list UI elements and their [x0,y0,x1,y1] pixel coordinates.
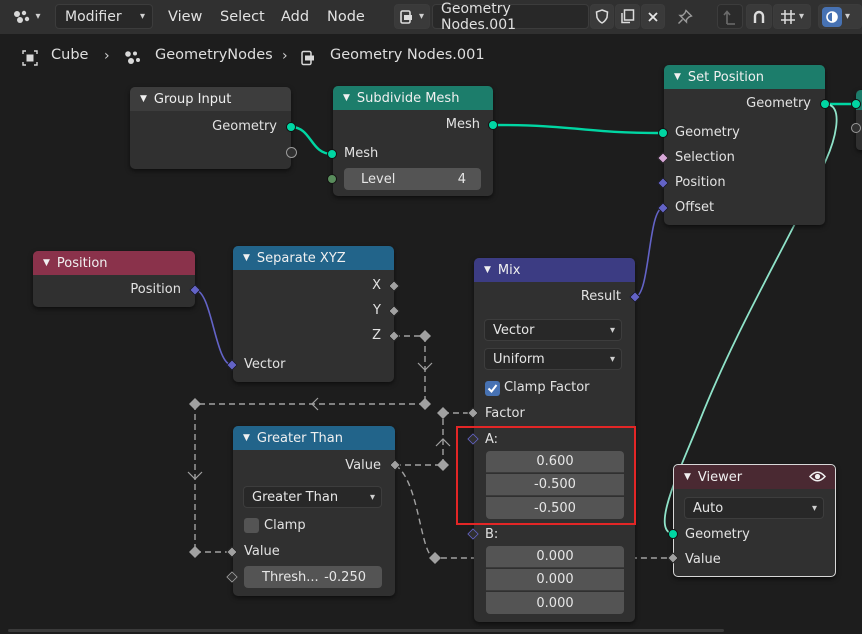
input-value-label: Value [244,544,280,559]
chevron-down-icon: ▾ [811,503,817,514]
collapse-chevron-icon[interactable]: ▼ [674,72,681,82]
output-x-label: X [372,278,381,293]
output-y-label: Y [373,303,381,318]
collapse-chevron-icon[interactable]: ▼ [343,93,350,103]
input-mesh-label: Mesh [344,146,379,161]
greater-than-node[interactable]: ▼ Greater Than Value Greater Than ▾ Clam… [233,426,395,596]
node-title: Separate XYZ [256,250,346,266]
node-title: Subdivide Mesh [356,90,460,106]
clamp-label: Clamp [264,518,306,533]
eye-icon[interactable] [809,470,826,483]
collapse-chevron-icon[interactable]: ▼ [684,472,691,482]
offscreen-geometry-socket[interactable] [851,99,861,109]
threshold-field[interactable]: Thresh... -0.250 [244,566,382,588]
input-offset-label: Offset [675,200,715,215]
offscreen-empty-socket[interactable] [851,123,861,133]
input-factor-label: Factor [485,406,525,421]
output-value-label: Value [345,458,381,473]
node-header[interactable]: ▼ Set Position [664,65,825,89]
horizontal-scrollbar[interactable] [8,629,724,632]
domain-dropdown[interactable]: Auto ▾ [684,497,824,519]
data-type-dropdown[interactable]: Vector ▾ [484,319,622,341]
b-z-field[interactable]: 0.000 [486,592,624,614]
clamp-factor-checkbox[interactable] [485,381,500,396]
threshold-value: -0.250 [324,569,366,585]
output-result-label: Result [580,289,621,304]
input-value-label: Value [685,552,721,567]
level-field[interactable]: Level 4 [344,168,481,190]
b-x-field[interactable]: 0.000 [486,546,624,568]
level-value: 4 [457,171,466,187]
threshold-label: Thresh... [262,569,319,585]
link-subdivide-to-set-position [492,123,664,135]
chevron-down-icon: ▾ [609,354,615,365]
selection-highlight-box [456,426,636,525]
subdivide-mesh-out-socket[interactable] [488,120,498,130]
node-header[interactable]: ▼ Greater Than [233,426,395,450]
collapse-chevron-icon[interactable]: ▼ [243,433,250,443]
output-geometry-label: Geometry [746,96,811,111]
factor-mode-dropdown[interactable]: Uniform ▾ [484,348,622,370]
chevron-down-icon: ▾ [609,325,615,336]
node-header[interactable]: ▼ Mix [474,258,635,282]
checkmark-icon [487,384,498,394]
clamp-checkbox[interactable] [244,518,259,533]
link-mix-to-offset [634,207,664,298]
viewer-geometry-socket[interactable] [668,529,678,539]
set-position-geometry-out-socket[interactable] [820,99,830,109]
output-position-label: Position [130,282,181,297]
operation-value: Greater Than [252,489,339,505]
group-input-empty-socket[interactable] [286,147,297,158]
output-geometry-label: Geometry [212,119,277,134]
b-y-field[interactable]: 0.000 [486,569,624,591]
factor-mode-value: Uniform [493,351,545,367]
input-b-label: B: [485,527,499,542]
input-vector-label: Vector [244,357,286,372]
node-header[interactable]: ▼ Group Input [130,87,291,111]
set-position-node[interactable]: ▼ Set Position Geometry Geometry Selecti… [664,65,825,225]
input-selection-label: Selection [675,150,735,165]
collapse-chevron-icon[interactable]: ▼ [243,253,250,263]
node-header[interactable]: ▼ Subdivide Mesh [333,86,493,110]
node-header[interactable]: ▼ Viewer [674,465,835,489]
group-input-node[interactable]: ▼ Group Input Geometry [130,87,291,169]
subdivide-mesh-node[interactable]: ▼ Subdivide Mesh Mesh Mesh Level 4 [333,86,493,196]
input-geometry-label: Geometry [685,527,750,542]
collapse-chevron-icon[interactable]: ▼ [140,94,147,104]
subdivide-level-socket[interactable] [327,174,337,184]
chevron-down-icon: ▾ [369,492,375,503]
node-header[interactable]: ▼ Separate XYZ [233,246,394,270]
viewer-node[interactable]: ▼ Viewer Auto ▾ Geometry Value [673,464,836,577]
collapse-chevron-icon[interactable]: ▼ [484,265,491,275]
position-node[interactable]: ▼ Position Position [33,251,195,307]
level-label: Level [361,171,396,187]
domain-value: Auto [693,500,724,516]
operation-dropdown[interactable]: Greater Than ▾ [243,486,382,508]
node-title: Mix [497,262,521,278]
link-position-to-separate [194,289,233,366]
node-title: Greater Than [256,430,343,446]
link-group-input-to-subdivide [290,125,333,156]
node-title: Viewer [697,469,743,485]
collapse-chevron-icon[interactable]: ▼ [43,258,50,268]
data-type-value: Vector [493,322,535,338]
set-position-geometry-in-socket[interactable] [658,128,668,138]
separate-xyz-node[interactable]: ▼ Separate XYZ X Y Z Vector [233,246,394,382]
node-title: Set Position [687,69,765,85]
input-geometry-label: Geometry [675,125,740,140]
subdivide-mesh-in-socket[interactable] [327,149,337,159]
node-title: Position [56,255,108,271]
node-header[interactable]: ▼ Position [33,251,195,275]
input-position-label: Position [675,175,726,190]
group-input-geometry-socket[interactable] [286,122,296,132]
node-title: Group Input [153,91,232,107]
output-mesh-label: Mesh [445,117,480,132]
output-z-label: Z [372,328,381,343]
clamp-factor-label: Clamp Factor [504,380,590,395]
